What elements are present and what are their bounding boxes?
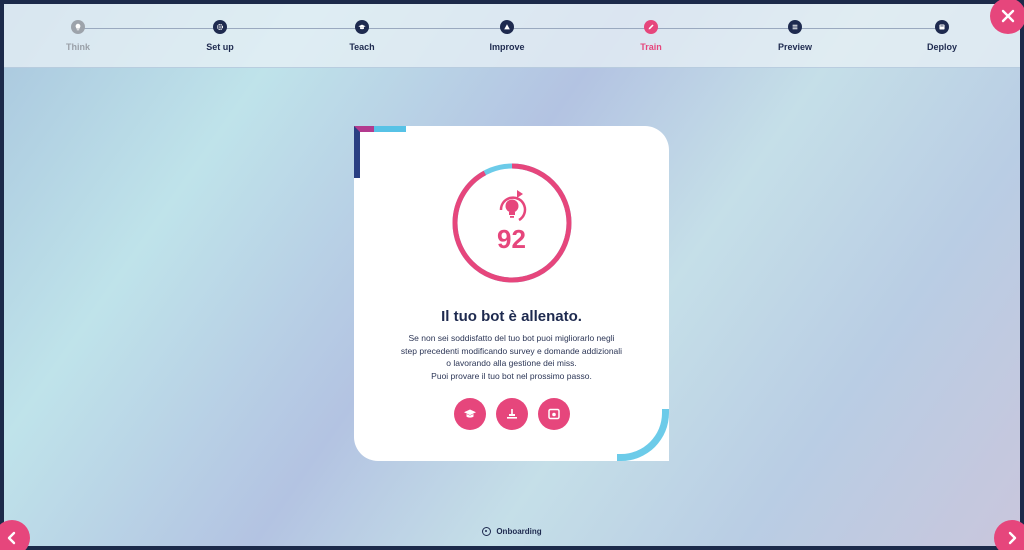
next-button[interactable] (994, 520, 1024, 550)
step-label: Think (66, 42, 90, 52)
think-icon (71, 20, 85, 34)
description-line: Puoi provare il tuo bot nel prossimo pas… (431, 370, 592, 381)
step-think[interactable]: Think (38, 20, 118, 52)
step-improve[interactable]: Improve (467, 20, 547, 52)
close-button[interactable] (990, 0, 1024, 34)
deploy-icon (935, 20, 949, 34)
step-label: Preview (777, 42, 813, 52)
score-arc (452, 163, 572, 283)
training-score: 92 (497, 224, 526, 254)
train-bulb-icon (499, 190, 527, 222)
step-label: Set up (206, 42, 234, 52)
graduation-cap-icon (355, 20, 369, 34)
preview-icon (547, 408, 560, 420)
improve-icon (500, 20, 514, 34)
step-train[interactable]: Train (611, 20, 691, 52)
close-icon (1001, 9, 1015, 23)
step-set-up[interactable]: Set up (180, 20, 260, 52)
step-label: Train (640, 42, 662, 52)
step-label: Teach (349, 42, 375, 52)
onboarding-link[interactable]: Onboarding (4, 527, 1020, 536)
card-description: Se non sei soddisfatto del tuo bot puoi … (384, 332, 639, 382)
step-teach[interactable]: Teach (322, 20, 402, 52)
corner-accent (354, 126, 406, 178)
score-gauge (452, 163, 572, 283)
pencil-icon (644, 20, 658, 34)
onboarding-label: Onboarding (496, 527, 542, 536)
description-line: step precedenti modificando survey e dom… (400, 345, 623, 356)
card-actions (354, 398, 669, 430)
card-title: Il tuo bot è allenato. (441, 308, 582, 325)
preview-icon (788, 20, 802, 34)
training-result-card: 92 Il tuo bot è allenato. Se non sei sod… (354, 126, 669, 461)
step-label: Deploy (926, 42, 957, 52)
step-deploy[interactable]: Deploy (902, 20, 982, 52)
description-line: o lavorando alla gestione dei miss. (446, 358, 577, 368)
app-frame: Think Set up Teach Improve Train Preview… (4, 4, 1020, 546)
preview-button[interactable] (537, 398, 570, 430)
step-label: Improve (489, 42, 525, 52)
chevron-right-icon (1008, 531, 1017, 545)
step-preview[interactable]: Preview (755, 20, 835, 52)
train-icon (506, 409, 517, 419)
description-line: Se non sei soddisfatto del tuo bot puoi … (408, 333, 615, 343)
step-navigation: Think Set up Teach Improve Train Preview… (4, 4, 1020, 68)
gear-icon (213, 20, 227, 34)
chevron-left-icon (7, 531, 16, 545)
graduation-cap-icon (463, 409, 476, 418)
target-icon (482, 527, 492, 536)
teach-button[interactable] (453, 398, 486, 430)
train-button[interactable] (495, 398, 528, 430)
